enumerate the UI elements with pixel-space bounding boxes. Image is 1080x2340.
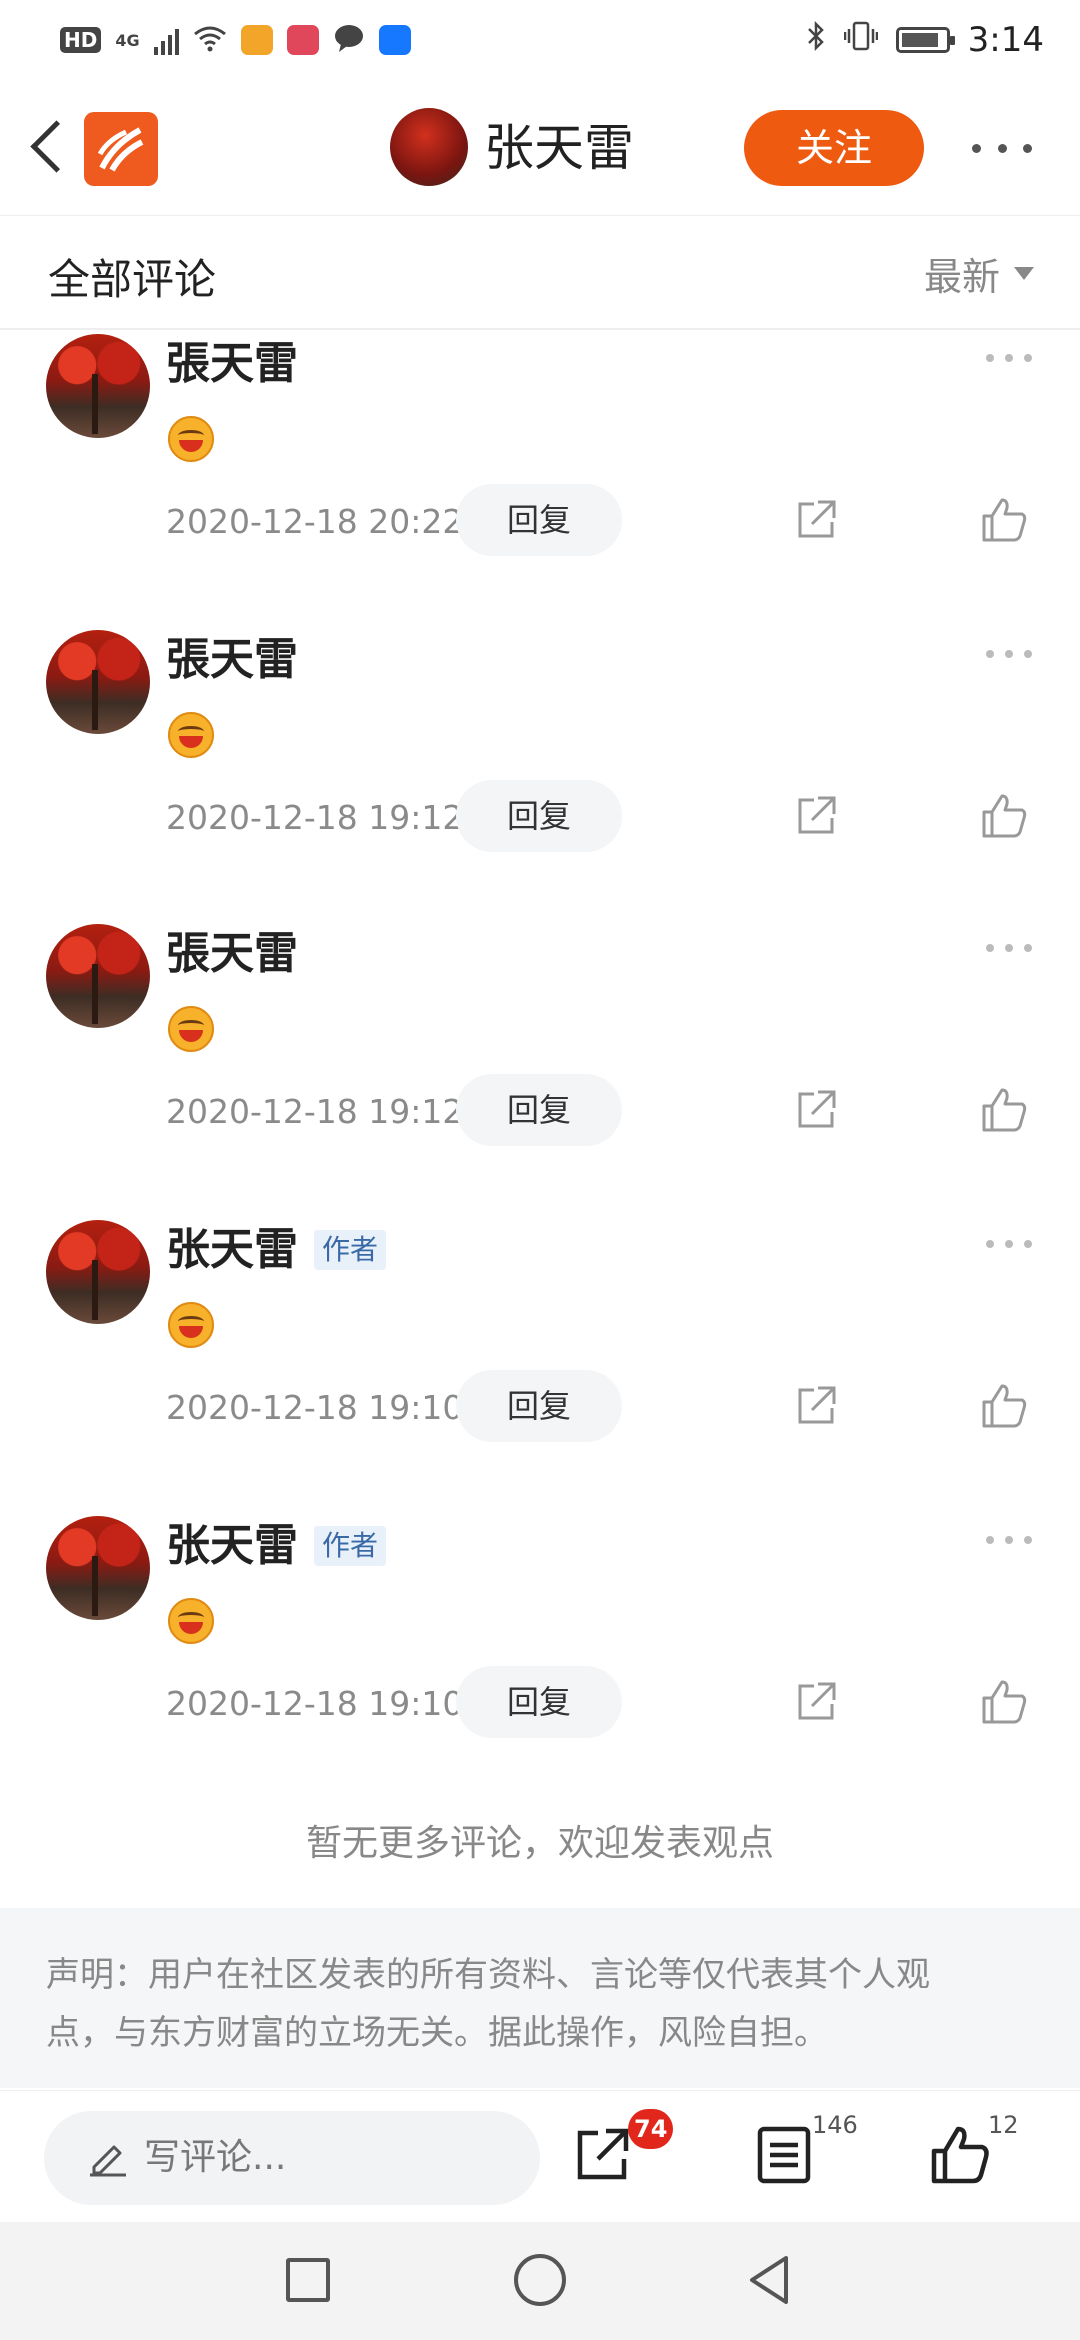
comment-item: 張天雷 2020-12-18 19:12 回复: [0, 626, 1080, 921]
bluetooth-icon: [806, 20, 826, 61]
avatar[interactable]: [46, 334, 150, 438]
weibo-app-icon: [240, 25, 273, 55]
share-icon[interactable]: [794, 1384, 838, 1428]
header-user-name[interactable]: 张天雷: [484, 116, 634, 180]
laughing-emoji-icon: [168, 1006, 214, 1052]
like-icon[interactable]: [980, 1086, 1028, 1134]
battery-icon: [895, 27, 955, 53]
reply-button[interactable]: 回复: [456, 1666, 622, 1738]
top-header: 张天雷 关注: [0, 80, 1080, 216]
comment-time: 2020-12-18 19:10: [166, 1388, 464, 1427]
share-icon[interactable]: [794, 794, 838, 838]
share-icon[interactable]: [794, 498, 838, 542]
disclaimer-line: 声明：用户在社区发表的所有资料、言论等仅代表其个人观: [46, 1955, 930, 1995]
write-comment-placeholder: 写评论...: [144, 2137, 287, 2178]
comment-time: 2020-12-18 20:22: [166, 502, 464, 541]
caret-down-icon: [1014, 267, 1034, 280]
clock: 3:14: [967, 20, 1044, 60]
pencil-icon: [88, 2137, 128, 2177]
disclaimer-line: 点，与东方财富的立场无关。据此操作，风险自担。: [46, 2013, 828, 2053]
author-badge: 作者: [314, 1230, 387, 1270]
laughing-emoji-icon: [168, 712, 214, 758]
avatar[interactable]: [46, 1516, 150, 1620]
comment-time: 2020-12-18 19:10: [166, 1684, 464, 1723]
share-count-badge: 74: [628, 2109, 674, 2149]
comment-author[interactable]: 张天雷: [166, 1518, 298, 1574]
share-icon[interactable]: [794, 1680, 838, 1724]
more-options-icon[interactable]: [972, 136, 1032, 160]
app-logo-icon[interactable]: [84, 112, 158, 186]
status-left: HD 4G: [60, 20, 411, 60]
comment-time: 2020-12-18 19:12: [166, 798, 464, 837]
more-options-icon[interactable]: [986, 1536, 1032, 1546]
section-title: 全部评论: [48, 255, 217, 304]
back-icon[interactable]: [24, 116, 68, 180]
comments-count: 146: [812, 2111, 858, 2139]
comment-item: 张天雷 作者 2020-12-18 19:10 回复: [0, 1216, 1080, 1511]
bottom-action-bar: 写评论... 74 146 12: [0, 2090, 1080, 2220]
comments-icon[interactable]: [756, 2125, 816, 2185]
write-comment-input[interactable]: 写评论...: [44, 2111, 540, 2205]
sort-label: 最新: [923, 255, 1000, 299]
comment-item: 张天雷 作者 2020-12-18 19:10 回复: [0, 1512, 1080, 1807]
comment-item: 張天雷 2020-12-18 20:22 回复: [0, 330, 1080, 625]
alipay-app-icon: [378, 25, 411, 55]
comment-author[interactable]: 張天雷: [166, 336, 298, 392]
status-right: 3:14: [806, 16, 1044, 64]
like-icon[interactable]: [980, 1678, 1028, 1726]
back-nav-icon[interactable]: [742, 2252, 798, 2308]
laughing-emoji-icon: [168, 1302, 214, 1348]
comments-section-header: 全部评论 最新: [0, 216, 1080, 330]
like-icon[interactable]: [980, 496, 1028, 544]
network-type: 4G: [115, 30, 140, 50]
wifi-icon: [193, 24, 227, 56]
laughing-emoji-icon: [168, 416, 214, 462]
follow-button[interactable]: 关注: [744, 110, 924, 186]
notes-app-icon: [286, 25, 319, 55]
avatar[interactable]: [46, 1220, 150, 1324]
hd-indicator: HD: [60, 27, 102, 53]
sort-dropdown[interactable]: 最新: [924, 246, 1034, 301]
disclaimer: 声明：用户在社区发表的所有资料、言论等仅代表其个人观 点，与东方财富的立场无关。…: [0, 1908, 1080, 2088]
more-options-icon[interactable]: [986, 1240, 1032, 1250]
more-options-icon[interactable]: [986, 650, 1032, 660]
avatar[interactable]: [46, 630, 150, 734]
more-options-icon[interactable]: [986, 944, 1032, 954]
author-badge: 作者: [314, 1526, 387, 1566]
comment-author[interactable]: 張天雷: [166, 926, 298, 982]
comment-author[interactable]: 张天雷: [166, 1222, 298, 1278]
system-navigation-bar: [0, 2222, 1080, 2340]
like-icon[interactable]: [980, 1382, 1028, 1430]
like-icon[interactable]: [930, 2125, 990, 2185]
no-more-comments-text: 暂无更多评论，欢迎发表观点: [305, 1823, 774, 1864]
likes-count: 12: [988, 2111, 1019, 2139]
signal-icon: [153, 25, 179, 55]
avatar[interactable]: [46, 924, 150, 1028]
message-icon: [333, 23, 365, 57]
vibrate-icon: [843, 20, 878, 61]
header-avatar[interactable]: [390, 108, 468, 186]
recent-apps-icon[interactable]: [286, 2258, 330, 2302]
comment-item: 張天雷 2020-12-18 19:12 回复: [0, 920, 1080, 1215]
comment-time: 2020-12-18 19:12: [166, 1092, 464, 1131]
status-bar: HD 4G 3:14: [0, 0, 1080, 80]
share-icon[interactable]: [794, 1088, 838, 1132]
reply-button[interactable]: 回复: [456, 484, 622, 556]
more-options-icon[interactable]: [986, 354, 1032, 364]
reply-button[interactable]: 回复: [456, 1074, 622, 1146]
home-icon[interactable]: [514, 2254, 566, 2306]
reply-button[interactable]: 回复: [456, 780, 622, 852]
reply-button[interactable]: 回复: [456, 1370, 622, 1442]
laughing-emoji-icon: [168, 1598, 214, 1644]
share-icon[interactable]: [572, 2125, 632, 2185]
comment-author[interactable]: 張天雷: [166, 632, 298, 688]
like-icon[interactable]: [980, 792, 1028, 840]
